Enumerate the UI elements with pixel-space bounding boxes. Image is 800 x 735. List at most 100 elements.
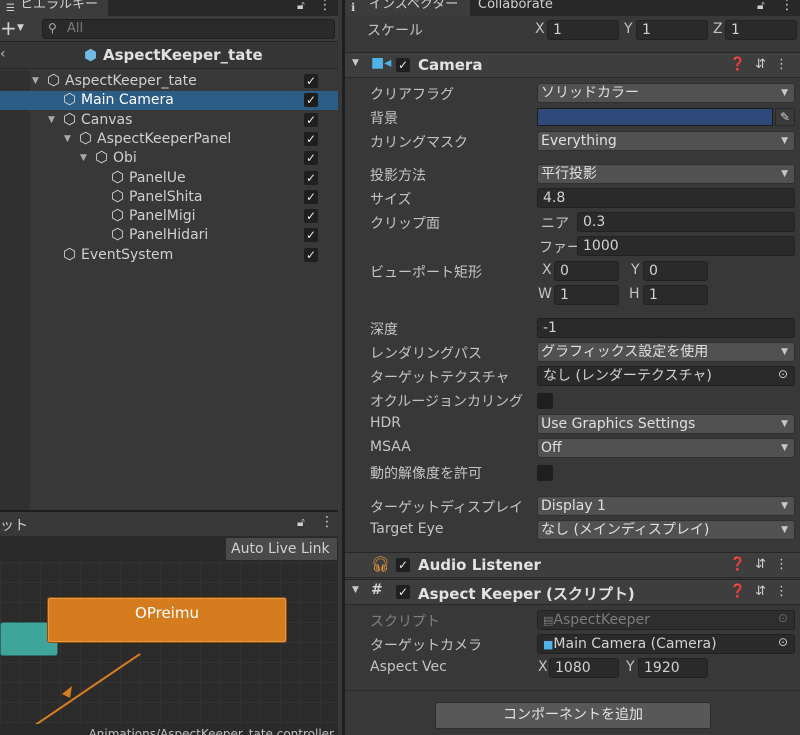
hierarchy-item-label: PanelHidari: [129, 227, 209, 244]
hierarchy-list-icon: ☰: [6, 3, 15, 14]
aspect-keeper-header[interactable]: ▼ # ✓ Aspect Keeper (スクリプト) ❓⇵⋮: [345, 579, 800, 605]
state-node-opreimu[interactable]: OPreimu: [47, 597, 287, 643]
target-camera-field[interactable]: ■Main Camera (Camera): [537, 634, 795, 654]
background-color-field[interactable]: [537, 108, 773, 126]
dynamic-resolution-checkbox[interactable]: [537, 465, 553, 481]
visibility-checkbox[interactable]: ✓: [304, 93, 318, 108]
tab-inspector[interactable]: ℹ インスペクター: [345, 0, 470, 16]
viewport-x-field[interactable]: 0: [554, 261, 619, 281]
inspector-more-icon[interactable]: ⋮: [780, 0, 794, 13]
add-component-button[interactable]: コンポーネントを追加: [435, 702, 711, 729]
target-display-dropdown[interactable]: Display 1 ▼: [537, 496, 795, 516]
eyedropper-icon[interactable]: ✎: [775, 108, 795, 126]
hdr-dropdown[interactable]: Use Graphics Settings ▼: [537, 414, 795, 434]
expand-arrow-icon[interactable]: ▼: [80, 149, 87, 168]
scale-z-field[interactable]: 1: [725, 20, 797, 40]
hierarchy-item-label: PanelShita: [129, 188, 203, 205]
object-picker-icon[interactable]: ⊙: [778, 367, 788, 381]
component-menu-icon[interactable]: ⋮: [775, 557, 797, 572]
target-texture-value: なし (レンダーテクスチャ): [543, 368, 712, 384]
help-icon[interactable]: ❓: [730, 557, 755, 572]
camera-enabled-checkbox[interactable]: ✓: [396, 58, 410, 72]
visibility-checkbox[interactable]: ✓: [304, 170, 318, 185]
hierarchy-item[interactable]: ▼ ⬡ Canvas ✓: [0, 110, 338, 130]
divider: [345, 690, 800, 691]
animator-more-icon[interactable]: ⋮: [320, 514, 334, 530]
help-icon[interactable]: ❓: [730, 584, 755, 599]
preset-icon[interactable]: ⇵: [755, 57, 775, 72]
tab-collaborate[interactable]: Collaborate: [473, 0, 583, 16]
foldout-arrow-icon[interactable]: ▼: [352, 58, 359, 68]
back-arrow-icon[interactable]: ‹: [0, 46, 6, 62]
viewport-x-label: X: [542, 262, 552, 278]
visibility-checkbox[interactable]: ✓: [304, 189, 318, 204]
visibility-checkbox[interactable]: ✓: [304, 151, 318, 166]
msaa-dropdown[interactable]: Off ▼: [537, 438, 795, 458]
expand-arrow-icon[interactable]: ▼: [48, 111, 55, 130]
component-menu-icon[interactable]: ⋮: [775, 57, 797, 72]
projection-dropdown[interactable]: 平行投影 ▼: [537, 164, 795, 184]
viewport-y-label: Y: [631, 262, 640, 278]
aspect-vec-y-field[interactable]: 1920: [638, 658, 708, 678]
add-dropdown-chevron-icon[interactable]: ▼: [17, 23, 24, 33]
add-object-icon[interactable]: +: [0, 17, 17, 39]
viewport-y-field[interactable]: 0: [643, 261, 708, 281]
tab-hierarchy[interactable]: ☰ ヒエラルキー: [0, 0, 108, 16]
component-menu-icon[interactable]: ⋮: [775, 584, 797, 599]
camera-title: Camera: [418, 56, 483, 74]
visibility-checkbox[interactable]: ✓: [304, 247, 318, 262]
hierarchy-item[interactable]: ⬡ EventSystem ✓: [0, 245, 338, 265]
hierarchy-item[interactable]: ▼ ⬡ AspectKeeper_tate ✓: [0, 71, 338, 91]
hierarchy-item[interactable]: ⬡ PanelShita ✓: [0, 187, 338, 207]
rendering-path-dropdown[interactable]: グラフィックス設定を使用 ▼: [537, 342, 795, 362]
clear-flags-dropdown[interactable]: ソリッドカラー ▼: [537, 83, 795, 103]
near-clip-field[interactable]: 0.3: [577, 212, 795, 232]
size-field[interactable]: 4.8: [537, 188, 795, 208]
viewport-h-field[interactable]: 1: [643, 285, 708, 305]
target-texture-field[interactable]: なし (レンダーテクスチャ): [537, 366, 795, 386]
more-menu-icon[interactable]: ⋮: [318, 0, 332, 13]
clear-flags-label: クリアフラグ: [370, 87, 454, 103]
visibility-checkbox[interactable]: ✓: [304, 209, 318, 224]
depth-field[interactable]: -1: [537, 318, 795, 338]
hierarchy-search-input[interactable]: ⚲ All: [42, 19, 335, 39]
aspect-keeper-enabled-checkbox[interactable]: ✓: [396, 585, 410, 599]
lock-icon[interactable]: 🔓︎: [297, 0, 305, 13]
aspect-vec-x-field[interactable]: 1080: [549, 658, 619, 678]
tab-animator-label[interactable]: ット: [0, 515, 28, 535]
target-eye-dropdown[interactable]: なし (メインディスプレイ) ▼: [537, 520, 795, 540]
far-clip-field[interactable]: 1000: [577, 236, 795, 256]
transition-line[interactable]: [24, 653, 141, 733]
hierarchy-item[interactable]: ▼ ⬡ Obi ✓: [0, 148, 338, 168]
expand-arrow-icon[interactable]: ▼: [32, 72, 39, 91]
visibility-checkbox[interactable]: ✓: [304, 74, 318, 88]
animator-lock-icon[interactable]: 🔓︎: [297, 515, 305, 530]
target-camera-picker-icon[interactable]: ⊙: [778, 635, 788, 649]
camera-component-header[interactable]: ▼ ■◂ ✓ Camera ❓⇵⋮: [345, 52, 800, 78]
scale-x-field[interactable]: 1: [547, 20, 619, 40]
inspector-lock-icon[interactable]: 🔓︎: [757, 0, 765, 13]
foldout-arrow-icon[interactable]: ▼: [352, 585, 359, 595]
hierarchy-item[interactable]: ⬡ Main Camera ✓: [0, 90, 338, 111]
hierarchy-item-label: Canvas: [81, 111, 133, 128]
occlusion-culling-checkbox[interactable]: [537, 393, 553, 409]
expand-arrow-icon[interactable]: ▼: [64, 130, 71, 149]
hierarchy-item[interactable]: ⬡ PanelUe ✓: [0, 168, 338, 188]
help-icon[interactable]: ❓: [730, 57, 755, 72]
audio-listener-header[interactable]: 🎧︎ ✓ Audio Listener ❓⇵⋮: [345, 552, 800, 578]
visibility-checkbox[interactable]: ✓: [304, 112, 318, 127]
hierarchy-item[interactable]: ▼ ⬡ AspectKeeperPanel ✓: [0, 129, 338, 149]
viewport-w-field[interactable]: 1: [554, 285, 619, 305]
visibility-checkbox[interactable]: ✓: [304, 228, 318, 243]
hierarchy-item[interactable]: ⬡ PanelHidari ✓: [0, 225, 338, 245]
search-placeholder: All: [67, 21, 84, 36]
preset-icon[interactable]: ⇵: [755, 584, 775, 599]
preset-icon[interactable]: ⇵: [755, 557, 775, 572]
visibility-checkbox[interactable]: ✓: [304, 131, 318, 146]
hierarchy-item[interactable]: ⬡ PanelMigi ✓: [0, 206, 338, 226]
audio-listener-enabled-checkbox[interactable]: ✓: [396, 558, 410, 572]
gameobject-cube-icon: ⬡: [95, 148, 109, 167]
culling-mask-dropdown[interactable]: Everything ▼: [537, 131, 795, 151]
auto-live-link-button[interactable]: Auto Live Link: [225, 537, 338, 561]
scale-y-field[interactable]: 1: [636, 20, 708, 40]
